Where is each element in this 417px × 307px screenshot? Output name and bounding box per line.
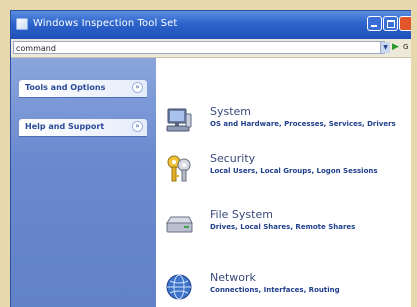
window-title: Windows Inspection Tool Set (33, 18, 178, 29)
maximize-button[interactable] (383, 16, 398, 31)
screenshot-frame: Windows Inspection Tool Set command ▼ ▶ … (0, 0, 417, 307)
panel-label: Help and Support (25, 122, 105, 131)
category-title[interactable]: Security (210, 152, 255, 165)
close-button[interactable] (399, 16, 411, 31)
go-button-label[interactable]: G (403, 42, 408, 53)
app-window: Windows Inspection Tool Set command ▼ ▶ … (10, 10, 411, 307)
keys-icon (167, 155, 191, 182)
computer-icon (166, 108, 192, 132)
go-arrow-icon[interactable]: ▶ (392, 42, 399, 53)
panel-label: Tools and Options (25, 83, 106, 92)
help-and-support-panel[interactable]: Help and Support » (19, 119, 147, 136)
drive-icon (166, 216, 193, 233)
tools-and-options-panel[interactable]: Tools and Options » (19, 80, 147, 97)
category-description[interactable]: OS and Hardware, Processes, Services, Dr… (210, 120, 396, 128)
category-description[interactable]: Connections, Interfaces, Routing (210, 286, 340, 294)
category-description[interactable]: Local Users, Local Groups, Logon Session… (210, 167, 378, 175)
dropdown-arrow-icon[interactable]: ▼ (380, 42, 390, 53)
command-input[interactable]: command (13, 41, 385, 54)
task-sidebar: Tools and Options » Help and Support » (11, 58, 156, 307)
command-bar: command ▼ ▶ G (11, 39, 411, 58)
category-title[interactable]: Network (210, 271, 256, 284)
category-security[interactable]: Security Local Users, Local Groups, Logo… (156, 150, 411, 194)
category-file-system[interactable]: File System Drives, Local Shares, Remote… (156, 206, 411, 250)
category-description[interactable]: Drives, Local Shares, Remote Shares (210, 223, 355, 231)
minimize-button[interactable] (367, 16, 382, 31)
title-bar[interactable]: Windows Inspection Tool Set (11, 11, 411, 39)
app-icon (16, 18, 28, 30)
network-globe-icon (166, 274, 192, 300)
category-title[interactable]: File System (210, 208, 273, 221)
category-system[interactable]: System OS and Hardware, Processes, Servi… (156, 103, 411, 147)
category-title[interactable]: System (210, 105, 251, 118)
chevron-down-icon[interactable]: » (132, 121, 143, 132)
chevron-down-icon[interactable]: » (132, 82, 143, 93)
category-network[interactable]: Network Connections, Interfaces, Routing (156, 269, 411, 307)
category-list: System OS and Hardware, Processes, Servi… (156, 58, 411, 307)
